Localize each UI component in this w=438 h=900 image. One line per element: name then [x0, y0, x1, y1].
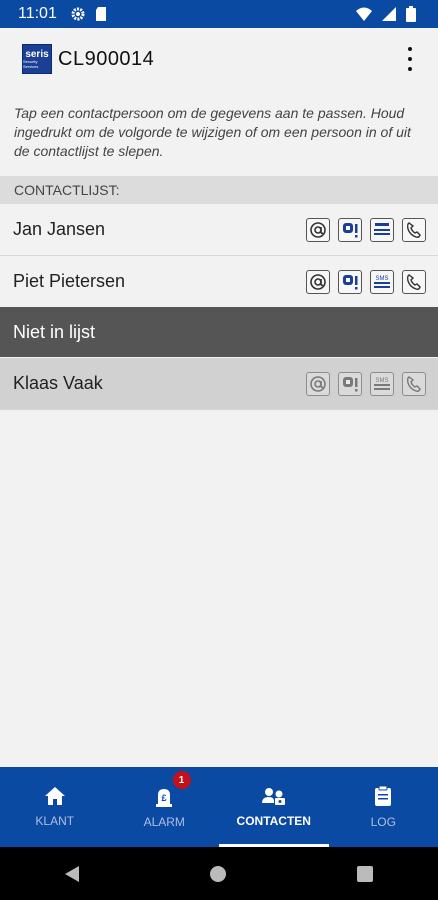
sms-icon[interactable] [370, 217, 394, 242]
section-header-niet-in-lijst: Niet in lijst [0, 307, 438, 357]
sms-icon[interactable]: SMS [370, 371, 394, 396]
page-title: CL900014 [58, 47, 155, 70]
tab-label: KLANT [35, 814, 75, 828]
section-header-contactlijst: CONTACTLIJST: [0, 176, 438, 204]
tab-log[interactable]: LOG [329, 767, 438, 847]
contact-name: Jan Jansen [13, 219, 106, 239]
sms-icon[interactable]: SMS [370, 269, 394, 294]
system-navigation-bar [0, 847, 438, 900]
phone-icon[interactable] [402, 371, 426, 396]
tab-label: CONTACTEN [236, 814, 311, 828]
tab-klant[interactable]: KLANT [0, 767, 110, 847]
pager-icon[interactable] [338, 217, 362, 242]
instruction-text: Tap een contactpersoon om de gegevens aa… [14, 105, 411, 159]
battery-icon [406, 6, 416, 22]
pager-icon[interactable] [338, 269, 362, 294]
contact-row-inactive[interactable]: Klaas Vaak SMS [0, 358, 438, 410]
email-icon[interactable] [306, 217, 330, 242]
section-label: CONTACTLIJST: [14, 182, 120, 198]
home-icon [44, 787, 65, 805]
sd-card-icon [95, 7, 106, 21]
phone-icon[interactable] [402, 217, 426, 242]
contact-row[interactable]: Piet Pietersen SMS [0, 256, 438, 308]
pager-icon[interactable] [338, 371, 362, 396]
tab-label: ALARM [143, 815, 185, 829]
email-icon[interactable] [306, 269, 330, 294]
logo-subtext: Security Services [23, 58, 39, 69]
app-bar: seris Security Services CL900014 [0, 28, 438, 90]
back-icon[interactable] [65, 865, 80, 882]
email-icon[interactable] [306, 371, 330, 396]
home-button-icon[interactable] [209, 865, 226, 882]
alarm-icon: £ [156, 789, 173, 807]
status-time: 11:01 [18, 5, 57, 22]
seris-logo: seris Security Services [22, 44, 52, 74]
tab-alarm[interactable]: £ 1 ALARM [110, 767, 220, 847]
contact-row[interactable]: Jan Jansen [0, 204, 438, 256]
clipboard-icon [375, 785, 392, 806]
recents-icon[interactable] [356, 865, 373, 882]
phone-icon[interactable] [402, 269, 426, 294]
logo-text: seris [25, 48, 49, 60]
signal-icon [382, 7, 396, 21]
bottom-navigation: KLANT £ 1 ALARM CONTACTEN LOG [0, 767, 438, 847]
contact-name: Piet Pietersen [13, 271, 126, 291]
section-label: Niet in lijst [13, 321, 96, 342]
sms-icon-text: SMS [375, 378, 388, 384]
contacts-icon [261, 788, 285, 805]
alarm-count-badge: 1 [172, 771, 191, 789]
overflow-menu-icon[interactable] [400, 47, 420, 71]
sms-icon-text: SMS [375, 276, 388, 282]
settings-icon [71, 7, 85, 21]
contact-name: Klaas Vaak [13, 373, 103, 393]
svg-text:£: £ [162, 793, 167, 803]
wifi-icon [356, 7, 372, 21]
tab-contacten[interactable]: CONTACTEN [219, 767, 329, 847]
tab-label: LOG [370, 815, 396, 829]
status-bar: 11:01 [0, 0, 438, 28]
